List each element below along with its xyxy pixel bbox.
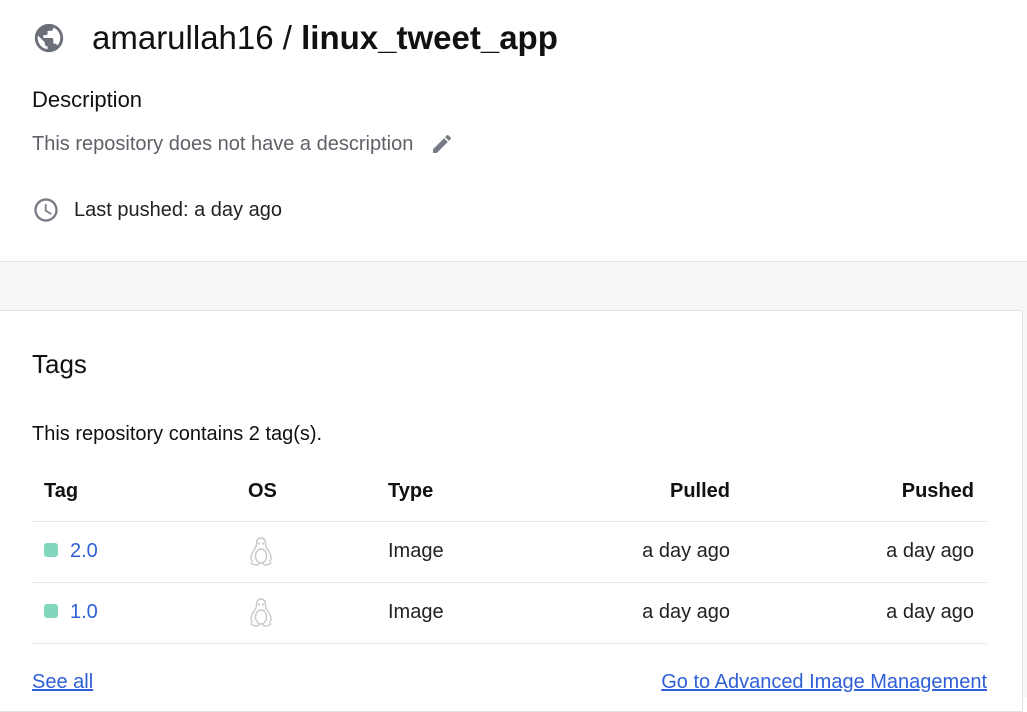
pushed-cell: a day ago xyxy=(886,540,974,562)
tags-title: Tags xyxy=(32,349,87,379)
globe-icon xyxy=(32,21,66,55)
column-header-type: Type xyxy=(388,480,434,502)
tags-summary: This repository contains 2 tag(s). xyxy=(32,423,323,445)
description-text: This repository does not have a descript… xyxy=(32,132,414,155)
pulled-cell: a day ago xyxy=(642,540,730,562)
column-header-os: OS xyxy=(248,480,277,502)
title-row: amarullah16 / linux_tweet_app xyxy=(32,18,558,58)
last-pushed-text: Last pushed: a day ago xyxy=(74,198,282,221)
page-title: amarullah16 / linux_tweet_app xyxy=(92,18,558,58)
column-header-pulled: Pulled xyxy=(669,480,730,502)
description-heading: Description xyxy=(32,87,143,112)
see-all-link[interactable]: See all xyxy=(32,671,93,694)
repo-name: linux_tweet_app xyxy=(301,19,558,56)
table-header: Tag OS Type Pulled Pushed xyxy=(32,471,987,522)
repository-header: amarullah16 / linux_tweet_app Descriptio… xyxy=(0,0,1027,262)
clock-icon xyxy=(32,196,60,224)
title-separator: / xyxy=(282,19,292,56)
linux-icon xyxy=(248,536,274,568)
tags-card: Tags This repository contains 2 tag(s). … xyxy=(0,310,1023,712)
table-row: 2.0 Image a day ago a day ago xyxy=(32,522,987,583)
table-row: 1.0 Image a day ago a day ago xyxy=(32,583,987,644)
column-header-pushed: Pushed xyxy=(901,480,974,502)
repo-owner: amarullah16 xyxy=(92,19,274,56)
pencil-icon[interactable] xyxy=(429,131,455,157)
tag-link[interactable]: 2.0 xyxy=(70,540,98,562)
tag-cell: 2.0 xyxy=(44,540,98,563)
column-header-tag: Tag xyxy=(44,480,79,502)
pulled-cell: a day ago xyxy=(642,601,730,623)
type-cell: Image xyxy=(388,540,444,562)
status-dot xyxy=(44,603,58,618)
description-row: This repository does not have a descript… xyxy=(32,131,455,157)
pushed-cell: a day ago xyxy=(886,601,974,623)
tag-cell: 1.0 xyxy=(44,601,98,624)
tag-link[interactable]: 1.0 xyxy=(70,601,98,623)
status-dot xyxy=(44,542,58,557)
linux-icon xyxy=(248,597,274,629)
tags-table: Tag OS Type Pulled Pushed 2.0 Image a da… xyxy=(32,471,987,644)
type-cell: Image xyxy=(388,601,444,623)
last-pushed-row: Last pushed: a day ago xyxy=(32,196,282,224)
advanced-image-management-link[interactable]: Go to Advanced Image Management xyxy=(661,671,987,694)
